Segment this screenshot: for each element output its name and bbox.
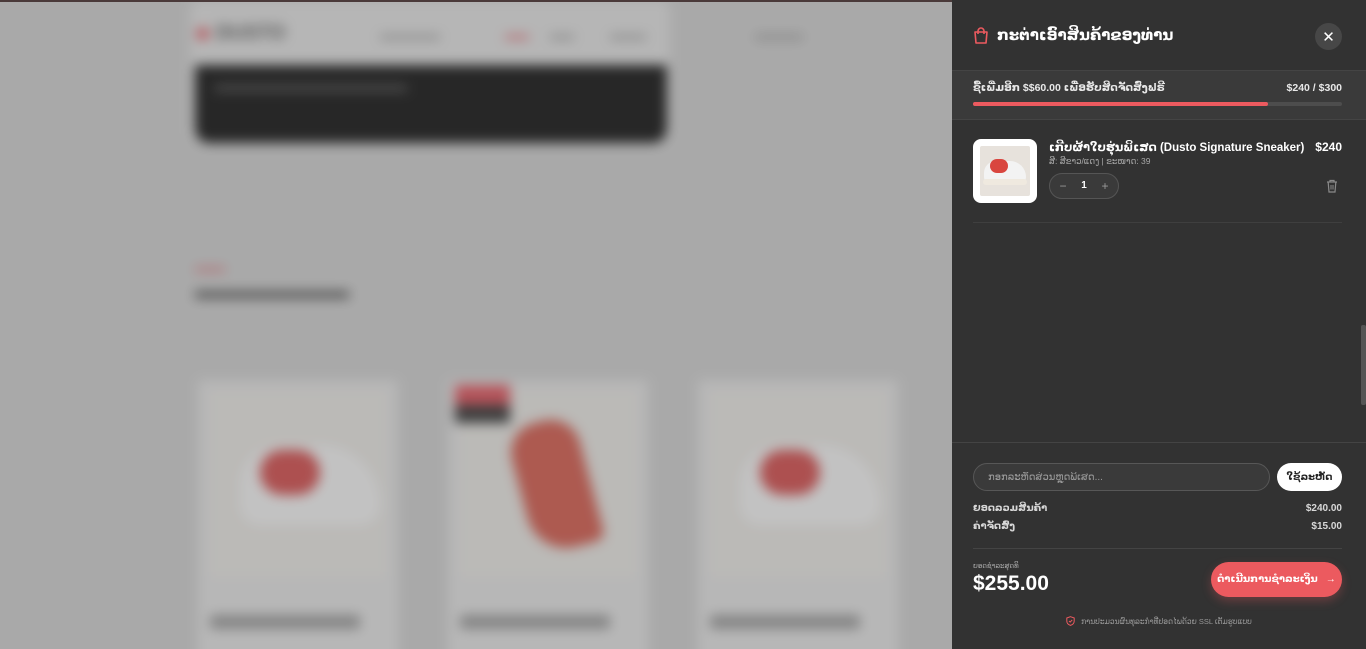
quantity-increase-button[interactable]: +	[1097, 178, 1113, 194]
cart-footer: ໃຊ້ລະຫັດ ຍອດລວມສິນຄ້າ $240.00 ຄ່າຈັດສົ່ງ…	[952, 442, 1366, 649]
subtotal-label: ຍອດລວມສິນຄ້າ	[973, 503, 1048, 514]
free-shipping-bar: ຊື້ເພີ່ມອີກ $$60.00 ເພື່ອຮັບສິດຈັດສົ່ງຟຣ…	[952, 70, 1366, 120]
scrollbar[interactable]	[1361, 325, 1366, 405]
product-thumbnail[interactable]	[973, 139, 1037, 203]
secure-note-text: ການປະມວນຜົນທຸລະກຳທີ່ປອດໄພດ້ວຍ SSL ເຕັມຮູ…	[1081, 616, 1252, 626]
promo-code-input[interactable]	[973, 463, 1270, 491]
subtotal-value: $240.00	[1305, 503, 1342, 514]
shopping-bag-icon	[974, 27, 988, 44]
total-value: $255.00	[973, 572, 1049, 595]
item-price: $240	[1315, 140, 1342, 154]
free-shipping-progress-track	[973, 102, 1342, 106]
apply-promo-button[interactable]: ໃຊ້ລະຫັດ	[1277, 463, 1342, 491]
shipping-value: $15.00	[1311, 521, 1342, 532]
checkout-label: ດຳເນີນການຊຳລະເງິນ	[1217, 574, 1318, 585]
shipping-label: ຄ່າຈັດສົ່ງ	[973, 521, 1016, 532]
modal-overlay[interactable]	[0, 0, 952, 649]
free-shipping-progress-text: $240 / $300	[1286, 82, 1342, 94]
background-page: ◆ DUSTO ▬▬▬▬▬ ▬▬ ▬▬ ▬▬▬ ▬▬▬▬ ▬▬▬▬▬▬▬▬▬▬▬…	[0, 0, 952, 649]
subtotal-row: ຍອດລວມສິນຄ້າ $240.00	[973, 503, 1342, 514]
cart-item: ເກີບຜ້າໃບຮຸ່ນພິເສດ (Dusto Signature Snea…	[973, 139, 1342, 223]
checkout-button[interactable]: ດຳເນີນການຊຳລະເງິນ →	[1211, 562, 1342, 597]
arrow-right-icon: →	[1325, 574, 1336, 585]
free-shipping-message: ຊື້ເພີ່ມອີກ $$60.00 ເພື່ອຮັບສິດຈັດສົ່ງຟຣ…	[973, 82, 1165, 94]
close-icon: ✕	[1322, 28, 1335, 46]
item-variant: ສີ: ສີຂາວ/ແດງ | ຂະໜາດ: 39	[1049, 156, 1151, 166]
cart-header: ກະຕ່າເອົາສິນຄ້າຂອງທ່ານ ✕	[952, 0, 1366, 70]
cart-drawer: ກະຕ່າເອົາສິນຄ້າຂອງທ່ານ ✕ ຊື້ເພີ່ມອີກ $$6…	[952, 0, 1366, 649]
quantity-stepper: − 1 +	[1049, 173, 1119, 199]
close-button[interactable]: ✕	[1315, 23, 1342, 50]
free-shipping-progress-fill	[973, 102, 1269, 106]
shield-check-icon	[1066, 616, 1075, 626]
summary-divider	[973, 548, 1342, 549]
item-name[interactable]: ເກີບຜ້າໃບຮຸ່ນພິເສດ (Dusto Signature Snea…	[1049, 140, 1304, 154]
total-label: ຍອດຊຳລະສຸດທິ	[973, 563, 1019, 570]
shipping-row: ຄ່າຈັດສົ່ງ $15.00	[973, 521, 1342, 532]
cart-title: ກະຕ່າເອົາສິນຄ້າຂອງທ່ານ	[997, 27, 1174, 44]
secure-checkout-note: ການປະມວນຜົນທຸລະກຳທີ່ປອດໄພດ້ວຍ SSL ເຕັມຮູ…	[952, 616, 1366, 626]
trash-icon[interactable]	[1326, 179, 1338, 193]
